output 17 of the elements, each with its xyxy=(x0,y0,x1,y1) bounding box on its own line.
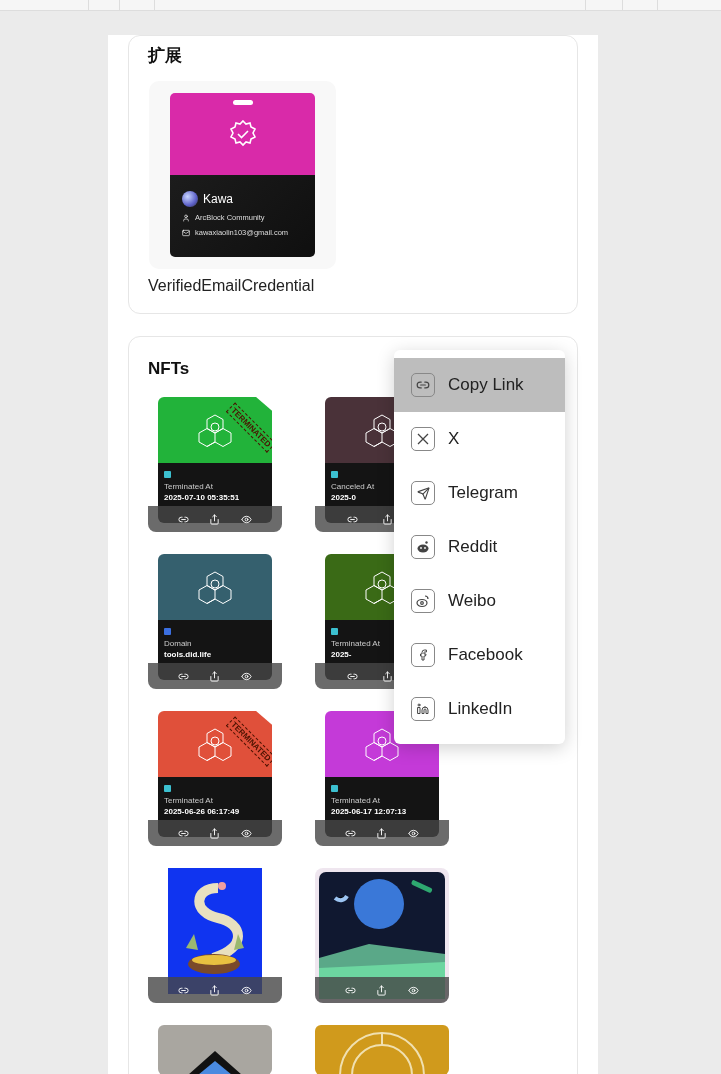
field-value: 2025-06-17 12:07:13 xyxy=(331,807,408,816)
field-value: tools.did.life xyxy=(164,650,213,659)
field-label: Canceled At xyxy=(331,482,376,491)
field-label: Terminated At xyxy=(164,796,214,805)
field-value: 2025-06-26 06:17:49 xyxy=(164,807,241,816)
field-value: 2025- xyxy=(331,650,353,659)
field-label: Terminated At xyxy=(164,482,214,491)
section-title: 扩展 xyxy=(148,45,183,67)
field-value: 2025-07-10 05:35:51 xyxy=(164,493,241,502)
holder-name: Kawa xyxy=(203,192,234,206)
credential-name: VerifiedEmailCredential xyxy=(148,277,316,295)
field-label: Terminated At xyxy=(331,796,381,805)
field-value: 2025-0 xyxy=(331,493,357,502)
section-title: NFTs xyxy=(148,358,191,379)
menu-item[interactable]: Copy Link xyxy=(394,358,565,412)
field-label: Terminated At xyxy=(331,639,381,648)
field-label: Domain xyxy=(164,639,193,648)
